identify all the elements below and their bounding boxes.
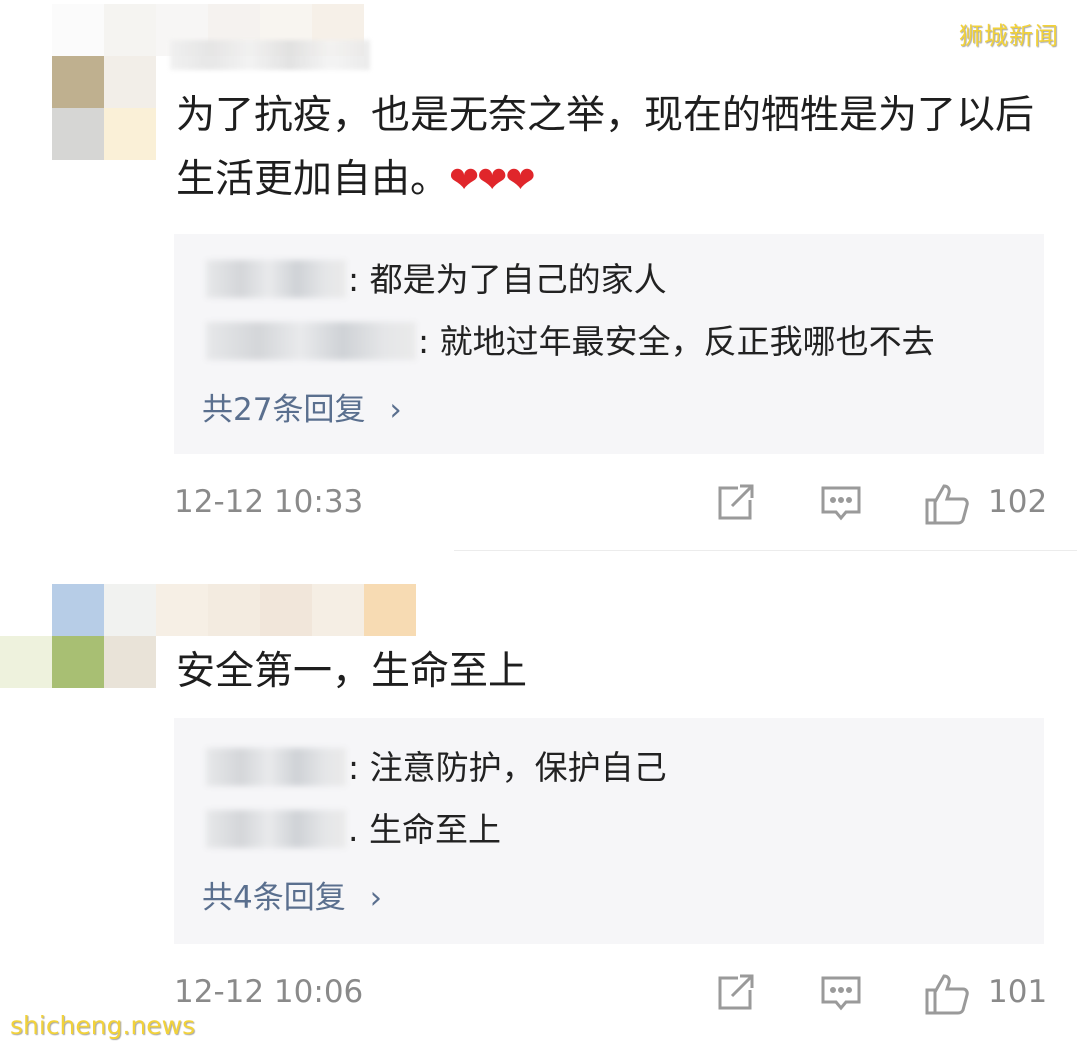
reply-username-blurred: [206, 322, 416, 360]
share-icon[interactable]: [714, 972, 756, 1016]
more-replies-label: 共27条回复: [202, 392, 366, 428]
more-replies-link[interactable]: 共4条回复 ›: [202, 872, 382, 917]
comment-text: 为了抗疫，也是无奈之举，现在的牺牲是为了以后生活更加自由。❤❤❤: [176, 93, 1035, 202]
username-blurred[interactable]: [170, 40, 370, 70]
chevron-right-icon: ›: [389, 392, 402, 428]
chevron-right-icon: ›: [369, 880, 382, 916]
timestamp: 12-12 10:33: [174, 484, 364, 520]
share-icon[interactable]: [714, 482, 756, 526]
comment-icon[interactable]: [820, 482, 862, 526]
comment-icon[interactable]: [820, 972, 862, 1016]
reply-text: . 生命至上: [348, 810, 501, 849]
more-replies-label: 共4条回复: [202, 880, 346, 916]
like-icon[interactable]: [924, 482, 970, 530]
comment-meta: 12-12 10:06 101: [174, 972, 1048, 1016]
like-count: 102: [988, 484, 1048, 520]
comment-item: 安全第一，生命至上 : 注意防护，保护自己 . 生命至上 共4条回复 › 12-…: [0, 552, 1077, 1048]
reply-username-blurred: [206, 260, 346, 298]
comment-text: 安全第一，生命至上: [176, 649, 528, 694]
reply-username-blurred: [206, 748, 346, 786]
heart-emoji: ❤❤❤: [449, 160, 535, 201]
watermark-bottom: shicheng.news: [10, 1011, 196, 1040]
reply-text: : 都是为了自己的家人: [348, 260, 667, 299]
comment-meta: 12-12 10:33 102: [174, 482, 1048, 526]
reply-username-blurred: [206, 810, 346, 848]
divider: [454, 550, 1077, 551]
reply-text: : 注意防护，保护自己: [348, 748, 667, 787]
comment-item: 为了抗疫，也是无奈之举，现在的牺牲是为了以后生活更加自由。❤❤❤ : 都是为了自…: [0, 0, 1077, 552]
like-count: 101: [988, 974, 1048, 1010]
like-icon[interactable]: [924, 972, 970, 1020]
timestamp: 12-12 10:06: [174, 974, 364, 1010]
reply-box[interactable]: : 注意防护，保护自己 . 生命至上 共4条回复 ›: [174, 718, 1044, 944]
reply-box[interactable]: : 都是为了自己的家人 : 就地过年最安全，反正我哪也不去 共27条回复 ›: [174, 234, 1044, 454]
more-replies-link[interactable]: 共27条回复 ›: [202, 384, 402, 429]
reply-text: : 就地过年最安全，反正我哪也不去: [418, 322, 935, 361]
